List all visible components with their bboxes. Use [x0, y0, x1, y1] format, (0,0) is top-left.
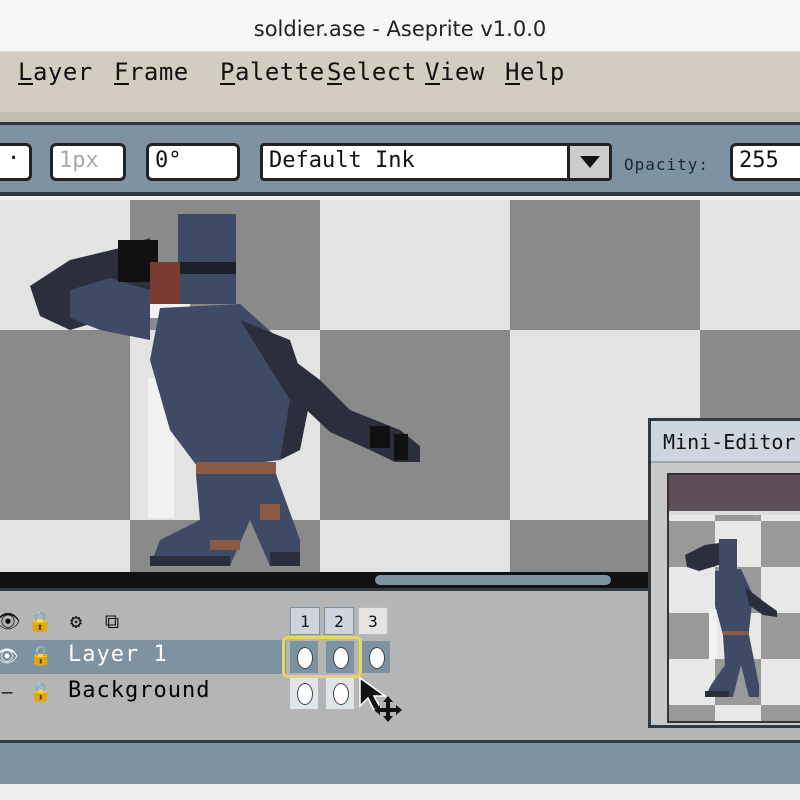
layer-name: Layer 1	[68, 642, 168, 667]
layer-row-layer-1[interactable]: 👁 🔓 Layer 1	[0, 640, 286, 674]
menu-view-label: iew	[439, 58, 485, 86]
unlock-icon[interactable]: 🔓	[28, 644, 54, 670]
lock-icon[interactable]: 🔒	[28, 680, 54, 706]
move-cursor-icon	[359, 676, 402, 722]
menu-select-label: elect	[341, 58, 417, 86]
brush-dot-icon: ·	[7, 146, 21, 171]
menu-layer-mnemonic: L	[18, 58, 33, 86]
menu-palette[interactable]: Palette	[220, 58, 325, 86]
menu-help-label: elp	[519, 58, 565, 86]
ink-select[interactable]: Default Ink	[260, 143, 612, 181]
eye-icon[interactable]: 👁	[0, 607, 22, 635]
status-bar	[0, 740, 800, 784]
menu-help-mnemonic: H	[505, 58, 520, 86]
context-bar: · 1px 0° Default Ink Opacity: 255	[0, 122, 800, 196]
mini-soldier-sprite	[685, 539, 777, 697]
opacity-field[interactable]: 255	[730, 143, 800, 181]
menu-palette-mnemonic: P	[220, 58, 235, 86]
mini-editor-preview[interactable]	[667, 473, 800, 723]
mini-editor-header-strip	[669, 475, 800, 515]
visibility-eye-icon[interactable]: 👁	[0, 644, 20, 670]
menu-view[interactable]: View	[425, 58, 485, 86]
menu-divider	[0, 112, 800, 122]
menu-select-mnemonic: S	[327, 58, 342, 86]
menu-layer[interactable]: Layer	[18, 58, 93, 86]
window-title: soldier.ase - Aseprite v1.0.0	[0, 0, 800, 52]
gear-icon[interactable]: ⚙	[62, 607, 90, 635]
cel-layer1-frame3[interactable]	[362, 641, 390, 673]
frame-header-1[interactable]: 1	[290, 607, 320, 635]
horizontal-scrollbar[interactable]	[0, 572, 650, 588]
cel-background-frame1[interactable]	[290, 677, 318, 709]
lock-icon[interactable]: 🔒	[26, 607, 54, 635]
chevron-down-icon[interactable]	[567, 146, 609, 178]
frame-header-3[interactable]: 3	[358, 607, 388, 635]
onion-skin-icon[interactable]: ⧉	[98, 607, 126, 635]
brush-type-button[interactable]: ·	[0, 143, 32, 181]
menu-frame-mnemonic: F	[114, 58, 129, 86]
window-bottom-edge	[0, 784, 800, 800]
menu-select[interactable]: Select	[327, 58, 417, 86]
mini-editor-title: Mini-Editor	[651, 421, 800, 463]
menu-view-mnemonic: V	[425, 58, 440, 86]
menu-frame-label: rame	[128, 58, 189, 86]
layer-name: Background	[68, 678, 211, 703]
menu-help[interactable]: Help	[505, 58, 565, 86]
opacity-label: Opacity:	[624, 155, 710, 174]
brush-angle-field[interactable]: 0°	[146, 143, 240, 181]
menu-palette-label: alette	[234, 58, 325, 86]
mini-editor-window[interactable]: Mini-Editor	[648, 418, 800, 728]
scrollbar-thumb[interactable]	[375, 575, 611, 585]
brush-size-field[interactable]: 1px	[50, 143, 126, 181]
menu-layer-label: ayer	[32, 58, 93, 86]
frame-header-2[interactable]: 2	[324, 607, 354, 635]
layer-row-background[interactable]: — 🔒 Background	[0, 676, 286, 710]
cel-selection-range	[282, 636, 362, 678]
ink-select-value: Default Ink	[269, 148, 415, 173]
hidden-eye-icon[interactable]: —	[0, 680, 20, 706]
menu-frame[interactable]: Frame	[114, 58, 189, 86]
cel-background-frame2[interactable]	[326, 677, 354, 709]
